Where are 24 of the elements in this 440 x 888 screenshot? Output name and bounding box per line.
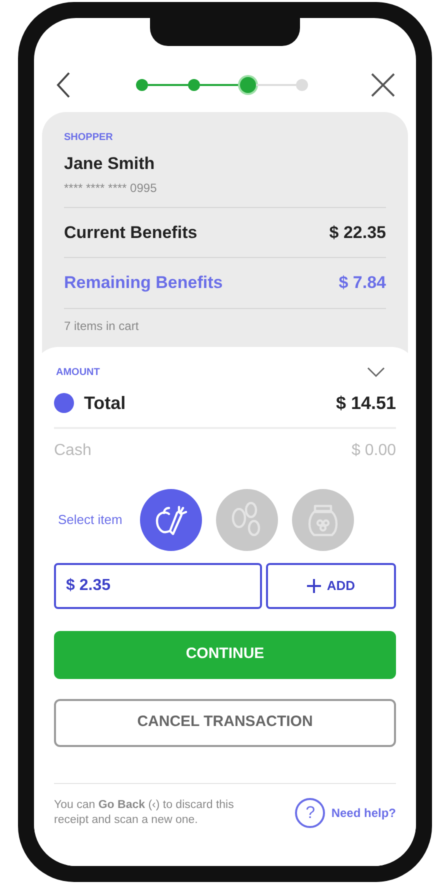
amount-value: $ 14.51 bbox=[336, 392, 396, 414]
add-button[interactable]: ADD bbox=[266, 562, 396, 608]
amount-row[interactable]: Total $ 14.51 bbox=[54, 380, 396, 428]
amount-value: $ 0.00 bbox=[352, 440, 396, 460]
card-number: **** **** **** 0995 bbox=[64, 178, 386, 208]
cart-count: 7 items in cart bbox=[64, 318, 140, 334]
amount-input-field[interactable]: $ 2.35 bbox=[54, 562, 262, 608]
benefit-label: Current Benefits bbox=[64, 222, 198, 244]
amount-label: Cash bbox=[54, 440, 92, 460]
help-icon[interactable]: ? bbox=[295, 798, 326, 828]
close-icon[interactable] bbox=[370, 72, 396, 98]
need-help-link[interactable]: Need help? bbox=[331, 804, 396, 822]
go-back-note: You can Go Back (‹) to discard this receipt and scan a new one. bbox=[54, 798, 235, 828]
section-label: AMOUNT bbox=[56, 366, 100, 380]
benefit-amount: $ 7.84 bbox=[338, 272, 386, 294]
benefit-label: Remaining Benefits bbox=[64, 272, 223, 294]
select-item-label: Select item bbox=[58, 510, 122, 529]
section-label: SHOPPER bbox=[64, 131, 114, 145]
cancel-button[interactable]: CANCEL TRANSACTION bbox=[54, 698, 396, 746]
plus-icon bbox=[306, 578, 321, 592]
chevron-icon[interactable] bbox=[366, 366, 386, 378]
amount-label: Total bbox=[84, 392, 126, 414]
shopper-name: Jane Smith bbox=[64, 153, 156, 175]
benefit-amount: $ 22.35 bbox=[329, 222, 386, 244]
